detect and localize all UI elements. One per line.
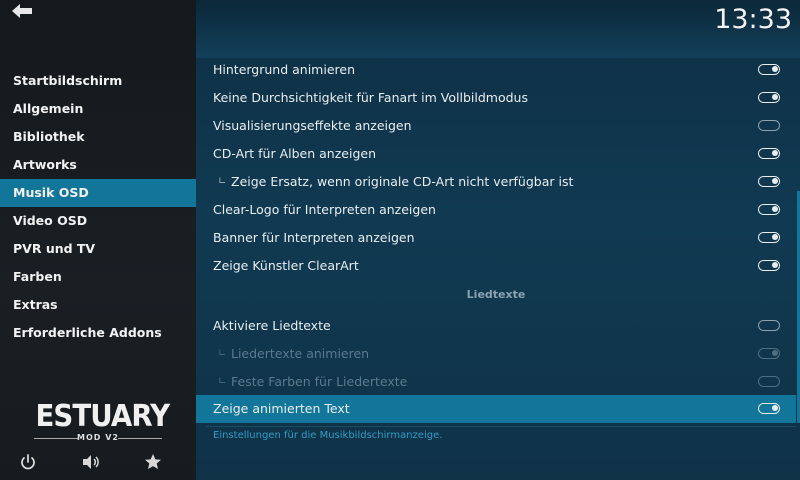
back-arrow-icon[interactable] xyxy=(10,2,34,20)
settings-panel: 13:33 Hintergrund animieren Keine Durchs… xyxy=(196,0,800,480)
setting-description: Einstellungen für die Musikbildschirmanz… xyxy=(213,430,443,441)
sub-setting-marker: ∟ xyxy=(218,376,227,387)
sidebar-item-video-osd[interactable]: Video OSD xyxy=(0,207,196,235)
setting-label: CD-Art für Alben anzeigen xyxy=(213,146,376,161)
setting-aktiviere-liedtexte[interactable]: Aktiviere Liedtexte xyxy=(196,312,796,340)
setting-zeige-animierten-text[interactable]: Zeige animierten Text xyxy=(196,395,796,423)
toggle-switch xyxy=(758,376,780,387)
setting-label: Aktiviere Liedtexte xyxy=(213,318,331,333)
sidebar-item-bibliothek[interactable]: Bibliothek xyxy=(0,123,196,151)
sidebar-item-pvr-und-tv[interactable]: PVR und TV xyxy=(0,235,196,263)
setting-label: Hintergrund animieren xyxy=(213,62,356,77)
header xyxy=(196,0,800,58)
sidebar-item-extras[interactable]: Extras xyxy=(0,291,196,319)
sidebar-item-erforderliche-addons[interactable]: Erforderliche Addons xyxy=(0,319,196,347)
sidebar-item-musik-osd[interactable]: Musik OSD xyxy=(0,179,196,207)
sidebar-item-artworks[interactable]: Artworks xyxy=(0,151,196,179)
toggle-switch[interactable] xyxy=(758,403,780,414)
setting-clear-logo-interpreten[interactable]: Clear-Logo für Interpreten anzeigen xyxy=(196,196,796,224)
setting-visualisierungseffekte[interactable]: Visualisierungseffekte anzeigen xyxy=(196,112,796,140)
sidebar-item-farben[interactable]: Farben xyxy=(0,263,196,291)
setting-label: Zeige Künstler ClearArt xyxy=(213,258,359,273)
sub-setting-marker: ∟ xyxy=(218,348,227,359)
setting-zeige-ersatz-cd-art[interactable]: ∟ Zeige Ersatz, wenn originale CD-Art ni… xyxy=(196,168,796,196)
toggle-switch[interactable] xyxy=(758,92,780,103)
logo-divider xyxy=(118,438,162,439)
clock: 13:33 xyxy=(714,4,792,35)
sidebar: Startbildschirm Allgemein Bibliothek Art… xyxy=(0,0,196,480)
sub-setting-marker: ∟ xyxy=(218,176,227,187)
setting-liedertexte-animieren: ∟ Liedertexte animieren xyxy=(196,340,796,368)
sidebar-menu: Startbildschirm Allgemein Bibliothek Art… xyxy=(0,67,196,347)
toggle-switch[interactable] xyxy=(758,232,780,243)
divider xyxy=(206,426,796,427)
setting-label: Banner für Interpreten anzeigen xyxy=(213,230,415,245)
setting-cd-art-alben[interactable]: CD-Art für Alben anzeigen xyxy=(196,140,796,168)
toggle-switch xyxy=(758,348,780,359)
toggle-switch[interactable] xyxy=(758,320,780,331)
settings-list: Hintergrund animieren Keine Durchsichtig… xyxy=(196,58,800,428)
setting-banner-interpreten[interactable]: Banner für Interpreten anzeigen xyxy=(196,224,796,252)
setting-label: Zeige Ersatz, wenn originale CD-Art nich… xyxy=(231,174,574,189)
star-icon[interactable] xyxy=(143,452,163,472)
setting-label: Clear-Logo für Interpreten anzeigen xyxy=(213,202,436,217)
toggle-switch[interactable] xyxy=(758,260,780,271)
setting-label: Liedertexte animieren xyxy=(231,346,370,361)
section-header-liedtexte: Liedtexte xyxy=(466,288,526,301)
toggle-switch[interactable] xyxy=(758,176,780,187)
setting-label: Feste Farben für Liedertexte xyxy=(231,374,408,389)
sidebar-item-allgemein[interactable]: Allgemein xyxy=(0,95,196,123)
setting-label: Keine Durchsichtigkeit für Fanart im Vol… xyxy=(213,90,528,105)
setting-label: Zeige animierten Text xyxy=(213,401,350,416)
logo-title: ESTUARY xyxy=(35,399,170,434)
setting-kuenstler-clearart[interactable]: Zeige Künstler ClearArt xyxy=(196,252,796,280)
power-icon[interactable] xyxy=(18,452,38,472)
toggle-switch[interactable] xyxy=(758,64,780,75)
setting-label: Visualisierungseffekte anzeigen xyxy=(213,118,412,133)
setting-keine-durchsichtigkeit-fanart[interactable]: Keine Durchsichtigkeit für Fanart im Vol… xyxy=(196,84,796,112)
toggle-switch[interactable] xyxy=(758,148,780,159)
sidebar-item-startbildschirm[interactable]: Startbildschirm xyxy=(0,67,196,95)
estuary-logo: ESTUARY MOD V2 xyxy=(30,399,170,446)
setting-hintergrund-animieren[interactable]: Hintergrund animieren xyxy=(196,58,796,84)
volume-icon[interactable] xyxy=(81,452,101,472)
toggle-switch[interactable] xyxy=(758,204,780,215)
toggle-switch[interactable] xyxy=(758,120,780,131)
setting-feste-farben-liedertexte: ∟ Feste Farben für Liedertexte xyxy=(196,368,796,396)
